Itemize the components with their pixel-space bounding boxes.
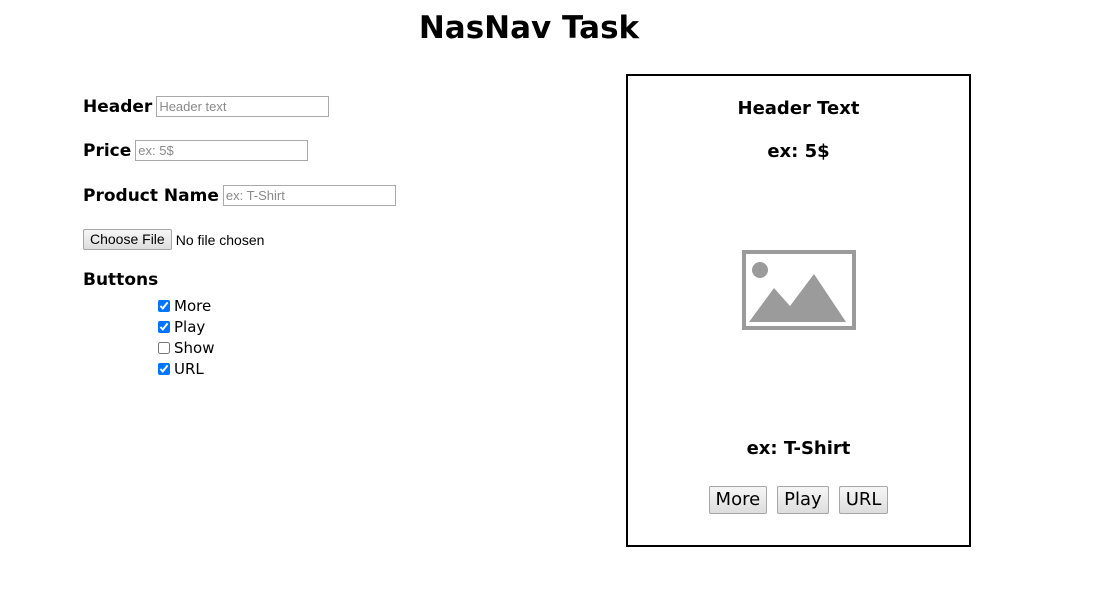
checkbox-more-row[interactable]: More bbox=[157, 295, 214, 316]
price-input[interactable] bbox=[135, 140, 309, 161]
image-placeholder-icon bbox=[742, 250, 856, 330]
file-input-row: Choose File No file chosen bbox=[83, 229, 264, 250]
checkbox-show[interactable] bbox=[158, 341, 170, 354]
checkbox-play-row[interactable]: Play bbox=[157, 316, 214, 337]
product-name-field-row: Product Name bbox=[83, 185, 396, 206]
preview-header-text: Header Text bbox=[737, 98, 860, 119]
page-title: NasNav Task bbox=[418, 10, 640, 46]
product-name-label: Product Name bbox=[83, 185, 219, 206]
checkbox-show-label: Show bbox=[174, 338, 215, 357]
preview-product-name: ex: T-Shirt bbox=[746, 438, 851, 459]
price-label: Price bbox=[83, 140, 132, 161]
preview-more-button[interactable]: More bbox=[708, 486, 768, 514]
header-label: Header bbox=[83, 96, 153, 117]
header-input[interactable] bbox=[156, 96, 330, 117]
header-field-row: Header bbox=[83, 96, 330, 117]
checkbox-more[interactable] bbox=[158, 299, 170, 312]
price-field-row: Price bbox=[83, 140, 309, 161]
checkbox-show-row[interactable]: Show bbox=[157, 337, 214, 358]
checkbox-url[interactable] bbox=[158, 362, 170, 375]
checkbox-url-label: URL bbox=[174, 359, 204, 378]
preview-button-group: More Play URL bbox=[628, 486, 969, 514]
file-status-text: No file chosen bbox=[175, 231, 265, 248]
checkbox-more-label: More bbox=[174, 296, 212, 315]
product-preview-card: Header Text ex: 5$ ex: T-Shirt More Play… bbox=[626, 74, 971, 547]
buttons-checklist: More Play Show URL bbox=[157, 295, 214, 379]
checkbox-url-row[interactable]: URL bbox=[157, 358, 214, 379]
preview-play-button[interactable]: Play bbox=[777, 486, 829, 514]
choose-file-button[interactable]: Choose File bbox=[83, 229, 172, 250]
preview-price-text: ex: 5$ bbox=[767, 141, 830, 162]
checkbox-play[interactable] bbox=[158, 320, 170, 333]
product-name-input[interactable] bbox=[222, 185, 396, 206]
buttons-heading: Buttons bbox=[83, 270, 159, 290]
preview-url-button[interactable]: URL bbox=[838, 486, 889, 514]
checkbox-play-label: Play bbox=[174, 317, 206, 336]
